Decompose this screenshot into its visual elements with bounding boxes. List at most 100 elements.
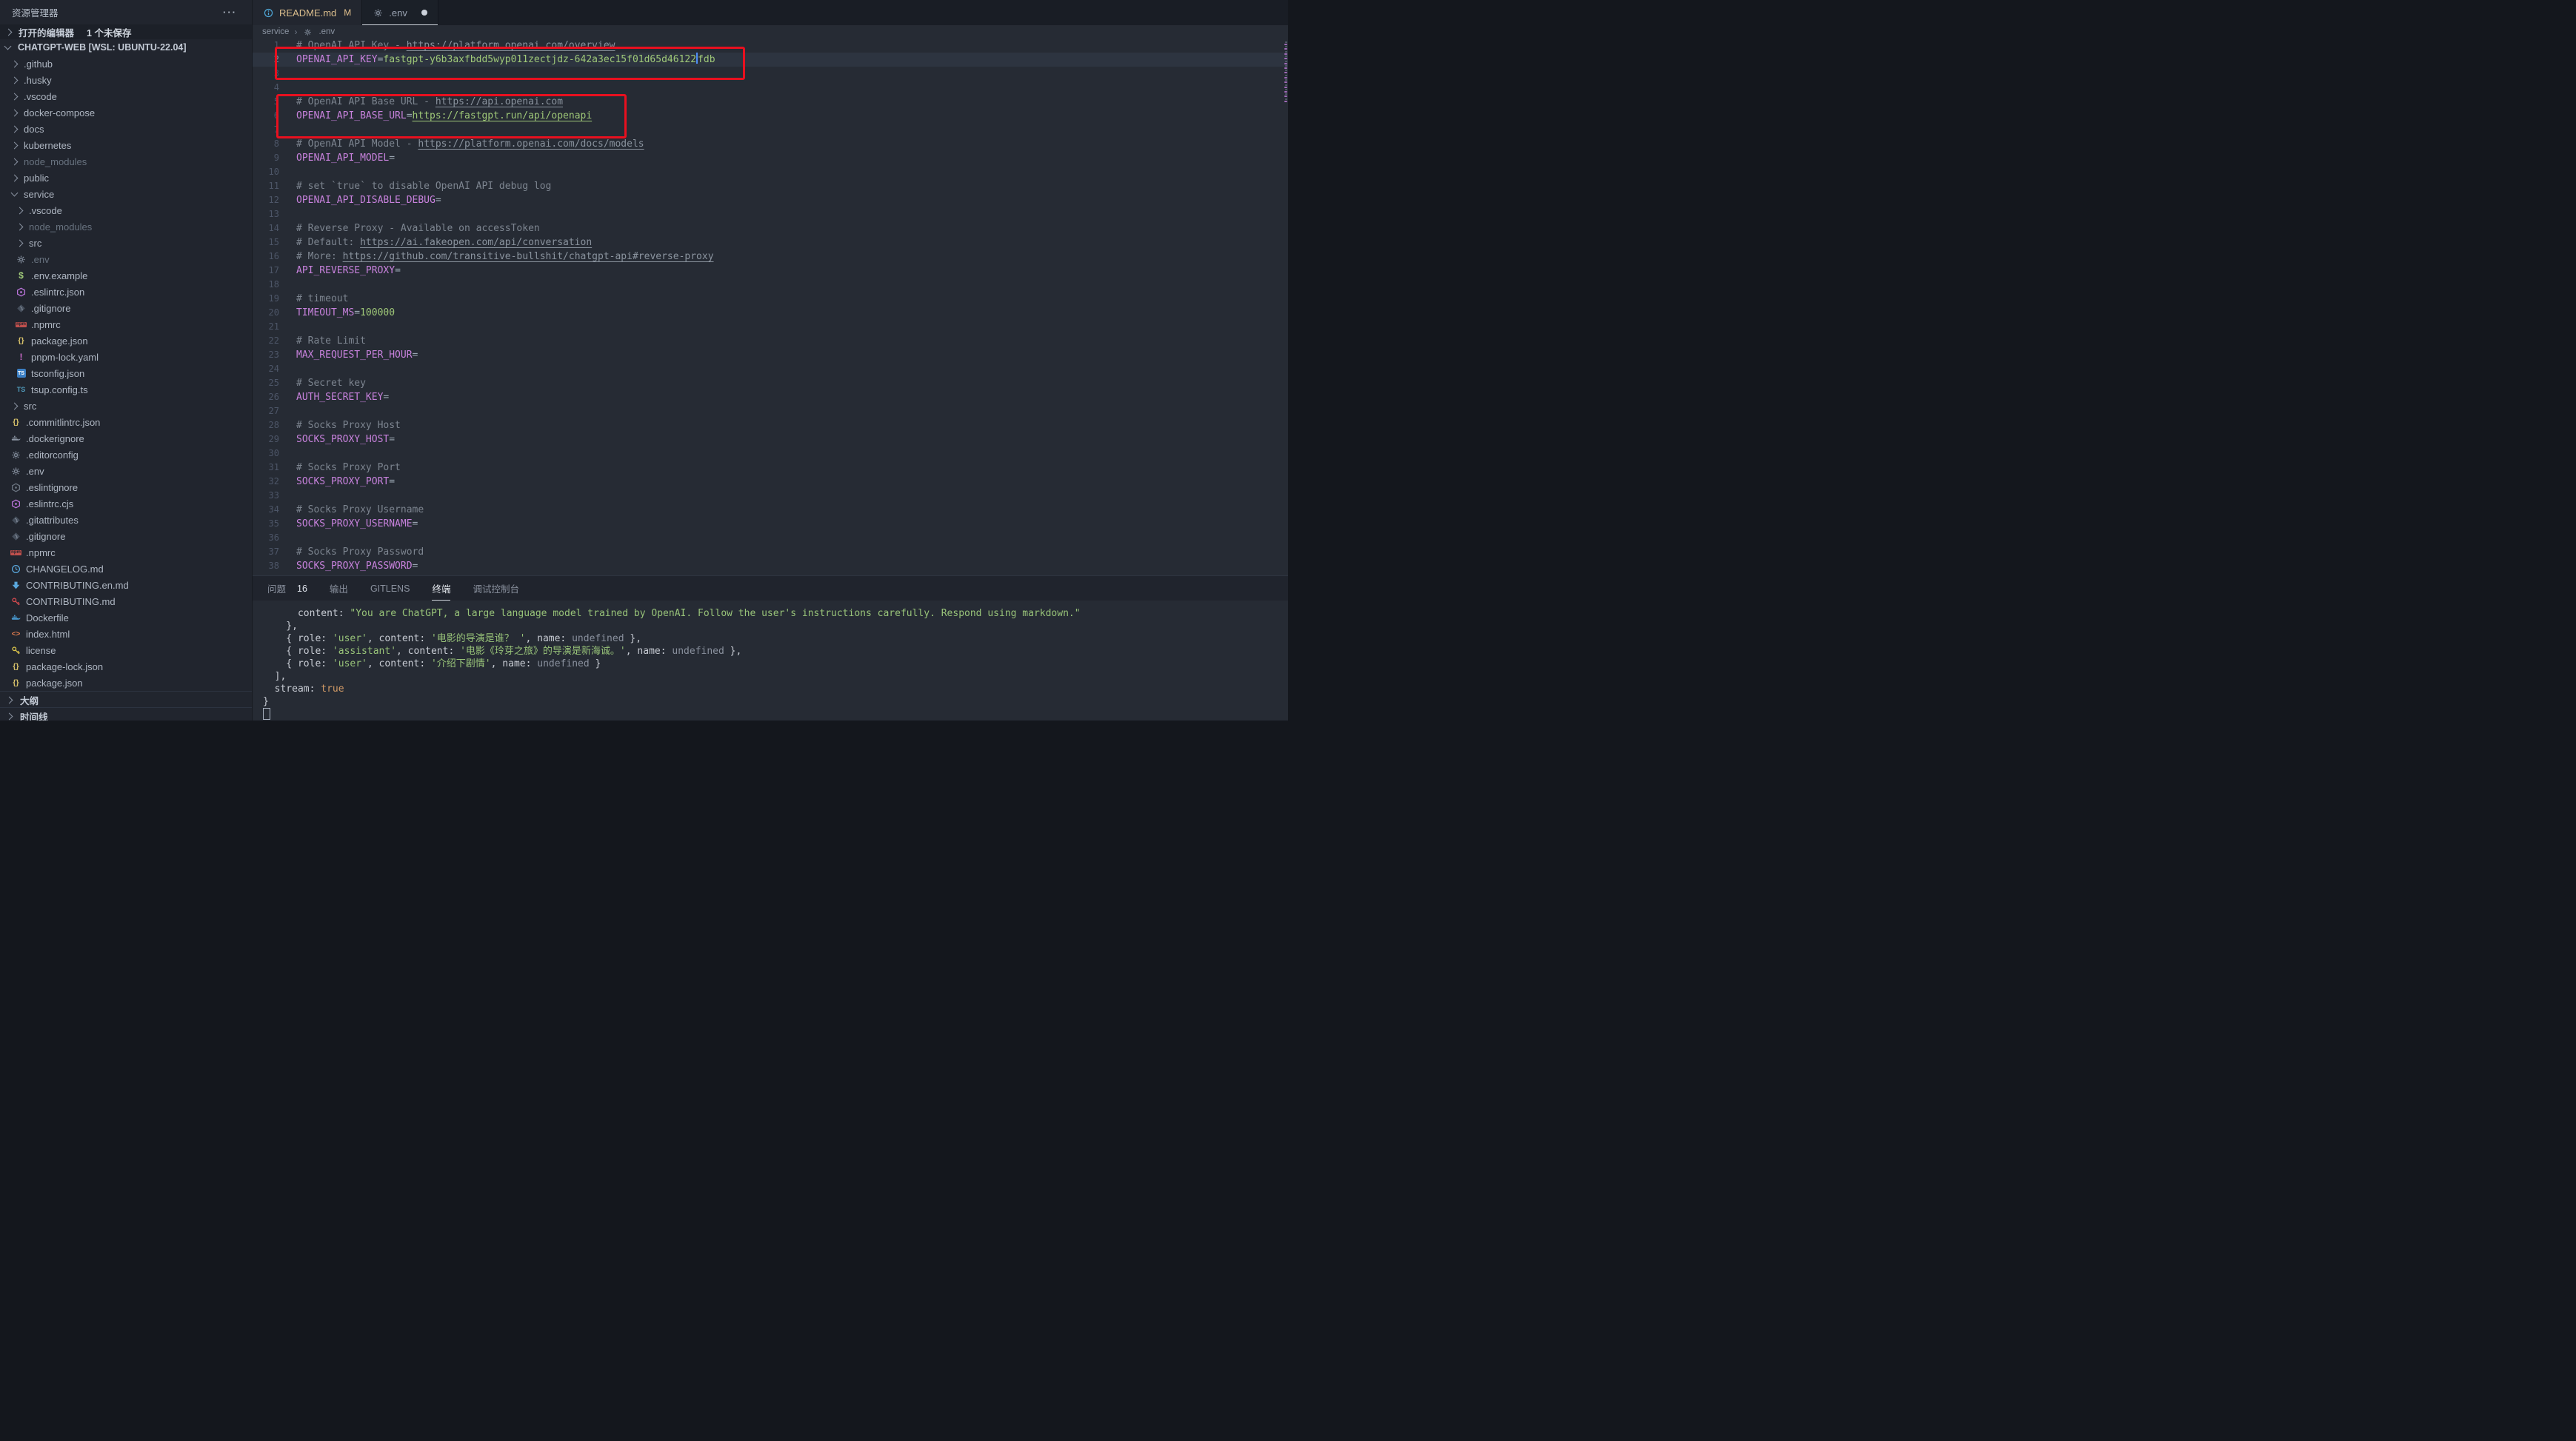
dirty-dot-icon[interactable] <box>421 10 427 16</box>
editor-line[interactable]: 13 <box>253 207 1288 221</box>
editor-line[interactable]: 22# Rate Limit <box>253 334 1288 348</box>
tree-item[interactable]: {}package-lock.json <box>0 658 252 675</box>
editor-line[interactable]: 6OPENAI_API_BASE_URL=https://fastgpt.run… <box>253 109 1288 123</box>
panel-tab[interactable]: 终端 <box>432 576 450 601</box>
tree-item[interactable]: .vscode <box>0 202 252 218</box>
outline-section[interactable]: 大纲 <box>0 691 252 708</box>
tree-item[interactable]: public <box>0 170 252 186</box>
tree-item[interactable]: .gitignore <box>0 300 252 316</box>
tree-item[interactable]: src <box>0 235 252 251</box>
editor-line[interactable]: 20TIMEOUT_MS=100000 <box>253 306 1288 320</box>
editor-line[interactable]: 4 <box>253 81 1288 95</box>
editor-line[interactable]: 34# Socks Proxy Username <box>253 503 1288 517</box>
tree-item[interactable]: .eslintrc.json <box>0 284 252 300</box>
editor-line[interactable]: 35SOCKS_PROXY_USERNAME= <box>253 517 1288 531</box>
line-number: 7 <box>253 123 279 137</box>
editor-line[interactable]: 18 <box>253 278 1288 292</box>
tree-item[interactable]: .gitignore <box>0 528 252 544</box>
tree-item[interactable]: {}.commitlintrc.json <box>0 414 252 430</box>
panel-tab[interactable]: 输出 <box>330 576 348 601</box>
editor-line[interactable]: 11# set `true` to disable OpenAI API deb… <box>253 179 1288 193</box>
tree-item[interactable]: {}package.json <box>0 332 252 349</box>
tree-item[interactable]: license <box>0 642 252 658</box>
tree-item[interactable]: CHANGELOG.md <box>0 561 252 577</box>
tree-item[interactable]: src <box>0 398 252 414</box>
editor-line[interactable]: 31# Socks Proxy Port <box>253 461 1288 475</box>
tree-item[interactable]: docker-compose <box>0 104 252 121</box>
breadcrumb-item[interactable]: .env <box>318 27 335 36</box>
editor-line[interactable]: 28# Socks Proxy Host <box>253 418 1288 432</box>
tree-item[interactable]: {}package.json <box>0 675 252 691</box>
tree-item[interactable]: node_modules <box>0 153 252 170</box>
editor-line[interactable]: 2OPENAI_API_KEY=fastgpt-y6b3axfbdd5wyp01… <box>253 53 1288 67</box>
editor-line[interactable]: 33 <box>253 489 1288 503</box>
editor-line[interactable]: 36 <box>253 531 1288 545</box>
tree-item[interactable]: .editorconfig <box>0 447 252 463</box>
editor-line[interactable]: 38SOCKS_PROXY_PASSWORD= <box>253 559 1288 573</box>
tree-item[interactable]: .eslintrc.cjs <box>0 495 252 512</box>
tree-item[interactable]: .env <box>0 251 252 267</box>
panel-tab[interactable]: 问题16 <box>267 576 307 601</box>
tree-item[interactable]: .github <box>0 56 252 72</box>
tree-item[interactable]: TStsup.config.ts <box>0 381 252 398</box>
editor-tab-readme-md[interactable]: README.mdM <box>253 0 362 25</box>
tree-item[interactable]: .env <box>0 463 252 479</box>
editor-line[interactable]: 9OPENAI_API_MODEL= <box>253 151 1288 165</box>
editor-line[interactable]: 27 <box>253 404 1288 418</box>
tree-item[interactable]: $.env.example <box>0 267 252 284</box>
open-editors-section[interactable]: 打开的编辑器 1 个未保存 <box>0 24 252 39</box>
tree-item[interactable]: node_modules <box>0 218 252 235</box>
tree-item[interactable]: .dockerignore <box>0 430 252 447</box>
editor-line[interactable]: 5# OpenAI API Base URL - https://api.ope… <box>253 95 1288 109</box>
tree-item[interactable]: service <box>0 186 252 202</box>
line-number: 17 <box>253 264 279 278</box>
tree-item[interactable]: TStsconfig.json <box>0 365 252 381</box>
minimap[interactable] <box>1282 39 1287 164</box>
tree-item[interactable]: docs <box>0 121 252 137</box>
editor-line[interactable]: 3 <box>253 67 1288 81</box>
panel-tab[interactable]: GITLENS <box>370 576 410 601</box>
editor-line[interactable]: 24 <box>253 362 1288 376</box>
tree-item[interactable]: CONTRIBUTING.en.md <box>0 577 252 593</box>
tree-item-label: pnpm-lock.yaml <box>31 352 99 363</box>
editor-line[interactable]: 19# timeout <box>253 292 1288 306</box>
editor-tab--env[interactable]: .env <box>362 0 438 25</box>
editor-line[interactable]: 23MAX_REQUEST_PER_HOUR= <box>253 348 1288 362</box>
terminal[interactable]: content: "You are ChatGPT, a large langu… <box>263 607 1288 720</box>
breadcrumb[interactable]: service›.env <box>253 25 1288 39</box>
editor-line[interactable]: 21 <box>253 320 1288 334</box>
tree-item[interactable]: .eslintignore <box>0 479 252 495</box>
editor-line[interactable]: 16# More: https://github.com/transitive-… <box>253 250 1288 264</box>
editor-line[interactable]: 15# Default: https://ai.fakeopen.com/api… <box>253 235 1288 250</box>
breadcrumb-item[interactable]: service <box>262 27 289 36</box>
editor-line[interactable]: 26AUTH_SECRET_KEY= <box>253 390 1288 404</box>
tree-item[interactable]: .vscode <box>0 88 252 104</box>
tree-item[interactable]: npm.npmrc <box>0 544 252 561</box>
panel-tab[interactable]: 调试控制台 <box>473 576 519 601</box>
editor-line[interactable]: 17API_REVERSE_PROXY= <box>253 264 1288 278</box>
more-actions-icon[interactable]: ··· <box>223 7 237 18</box>
editor-line[interactable]: 1# OpenAI API Key - https://platform.ope… <box>253 39 1288 53</box>
project-root-section[interactable]: CHATGPT-WEB [WSL: UBUNTU-22.04] <box>0 39 252 56</box>
editor-line[interactable]: 12OPENAI_API_DISABLE_DEBUG= <box>253 193 1288 207</box>
editor-line[interactable]: 14# Reverse Proxy - Available on accessT… <box>253 221 1288 235</box>
tree-item[interactable]: CONTRIBUTING.md <box>0 593 252 609</box>
tree-item[interactable]: <>index.html <box>0 626 252 642</box>
timeline-section[interactable]: 时间线 <box>0 707 252 720</box>
editor-line[interactable]: 8# OpenAI API Model - https://platform.o… <box>253 137 1288 151</box>
tree-item[interactable]: Dockerfile <box>0 609 252 626</box>
tree-item[interactable]: .gitattributes <box>0 512 252 528</box>
line-number: 1 <box>253 39 279 53</box>
editor-line[interactable]: 29SOCKS_PROXY_HOST= <box>253 432 1288 447</box>
editor-line[interactable]: 37# Socks Proxy Password <box>253 545 1288 559</box>
tree-item[interactable]: .husky <box>0 72 252 88</box>
code-editor[interactable]: 1# OpenAI API Key - https://platform.ope… <box>253 39 1288 575</box>
tree-item[interactable]: !pnpm-lock.yaml <box>0 349 252 365</box>
tree-item[interactable]: kubernetes <box>0 137 252 153</box>
editor-line[interactable]: 25# Secret key <box>253 376 1288 390</box>
editor-line[interactable]: 32SOCKS_PROXY_PORT= <box>253 475 1288 489</box>
editor-line[interactable]: 7 <box>253 123 1288 137</box>
editor-line[interactable]: 10 <box>253 165 1288 179</box>
editor-line[interactable]: 30 <box>253 447 1288 461</box>
tree-item[interactable]: npm.npmrc <box>0 316 252 332</box>
